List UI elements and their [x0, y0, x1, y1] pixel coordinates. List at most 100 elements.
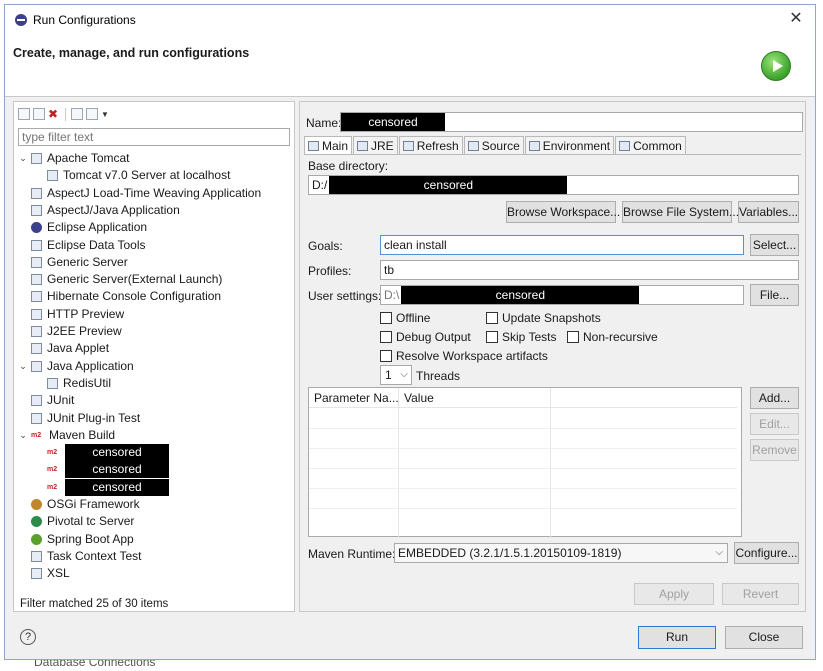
non-recursive-checkbox[interactable]: Non-recursive: [567, 330, 658, 344]
tree-item[interactable]: JUnit Plug-in Test: [18, 410, 140, 427]
tree-item[interactable]: ⌄ Java Application: [18, 358, 134, 375]
base-directory-prefix: D:/: [312, 178, 328, 192]
tree-item[interactable]: ⌄ m2 Maven Build: [18, 427, 115, 444]
chevron-down-icon[interactable]: ⌄: [18, 150, 28, 167]
row-divider: [309, 508, 737, 509]
tree-item[interactable]: HTTP Preview: [18, 306, 124, 323]
tree-item[interactable]: m2 censored: [34, 444, 169, 462]
server-icon: [31, 274, 42, 286]
tree-item[interactable]: RedisUtil: [34, 375, 111, 392]
skip-tests-checkbox[interactable]: Skip Tests: [486, 330, 556, 344]
value-column-header[interactable]: Value: [404, 391, 434, 405]
user-settings-field[interactable]: D:\ censored: [380, 285, 744, 305]
tab-environment[interactable]: Environment: [524, 136, 615, 154]
add-parameter-button[interactable]: Add...: [750, 387, 799, 409]
tab-refresh[interactable]: Refresh: [398, 136, 463, 154]
chevron-down-icon: ⌵: [715, 547, 723, 558]
tab-source[interactable]: Source: [463, 136, 524, 154]
browse-workspace-button[interactable]: Browse Workspace...: [506, 201, 620, 223]
threads-spinner[interactable]: 1 ⌵: [380, 365, 412, 385]
config-tabs: Main JRE Refresh Source Environment Comm…: [304, 136, 687, 154]
chevron-down-icon[interactable]: ⌄: [18, 427, 28, 444]
profiles-field[interactable]: tb: [380, 260, 799, 280]
tree-item[interactable]: XSL: [18, 565, 70, 582]
chevron-down-icon[interactable]: ⌄: [18, 358, 28, 375]
filter-menu-chevron-icon[interactable]: ▼: [101, 110, 109, 119]
tree-item[interactable]: Tomcat v7.0 Server at localhost: [34, 167, 230, 184]
close-icon[interactable]: ✕: [785, 8, 807, 30]
remove-parameter-button[interactable]: Remove: [750, 439, 799, 461]
tree-item-label: Java Application: [47, 358, 134, 373]
tree-item[interactable]: Pivotal tc Server: [18, 513, 134, 530]
variables-button[interactable]: Variables...: [738, 201, 799, 223]
delete-config-icon[interactable]: ✖: [48, 108, 60, 120]
maven-runtime-select[interactable]: EMBEDDED (3.2.1/1.5.1.20150109-1819) ⌵: [394, 543, 728, 563]
tree-item[interactable]: Task Context Test: [18, 548, 142, 565]
tree-item[interactable]: Eclipse Application: [18, 219, 147, 236]
resolve-workspace-check-box[interactable]: [380, 350, 392, 362]
filter-config-icon[interactable]: [86, 108, 98, 120]
tree-item[interactable]: Generic Server(External Launch): [18, 271, 222, 288]
maven-icon: m2: [47, 449, 58, 457]
debug-output-checkbox[interactable]: Debug Output: [380, 330, 471, 344]
update-snapshots-check-box[interactable]: [486, 312, 498, 324]
tree-item[interactable]: OSGi Framework: [18, 496, 140, 513]
tab-jre[interactable]: JRE: [353, 136, 398, 154]
debug-output-check-box[interactable]: [380, 331, 392, 343]
tab-common[interactable]: Common: [615, 136, 686, 154]
update-snapshots-checkbox[interactable]: Update Snapshots: [486, 311, 601, 325]
close-button[interactable]: Close: [725, 626, 803, 649]
osgi-icon: [31, 499, 42, 510]
edit-parameter-button[interactable]: Edit...: [750, 413, 799, 435]
tree-item[interactable]: Eclipse Data Tools: [18, 237, 146, 254]
non-recursive-check-box[interactable]: [567, 331, 579, 343]
tree-item[interactable]: AspectJ Load-Time Weaving Application: [18, 185, 261, 202]
main-tab-icon: [308, 140, 319, 151]
base-directory-field[interactable]: D:/censored: [308, 175, 799, 195]
file-button[interactable]: File...: [750, 284, 799, 306]
parameter-name-column-header[interactable]: Parameter Na...: [314, 391, 399, 405]
tree-item-label: JUnit: [47, 393, 75, 408]
tree-item-label: Pivotal tc Server: [47, 514, 135, 529]
tree-item[interactable]: J2EE Preview: [18, 323, 122, 340]
offline-label: Offline: [396, 311, 431, 325]
help-icon[interactable]: ?: [20, 629, 36, 645]
run-button[interactable]: Run: [638, 626, 716, 649]
collapse-all-icon[interactable]: [71, 108, 83, 120]
tree-item[interactable]: m2 censored: [34, 478, 169, 496]
filter-input[interactable]: [18, 128, 290, 146]
pivotal-icon: [31, 516, 42, 528]
tree-item[interactable]: Generic Server: [18, 254, 128, 271]
tree-item-label: HTTP Preview: [47, 306, 125, 321]
resolve-workspace-checkbox[interactable]: Resolve Workspace artifacts: [380, 349, 548, 363]
tree-item[interactable]: Hibernate Console Configuration: [18, 288, 221, 305]
skip-tests-label: Skip Tests: [502, 330, 557, 344]
tree-item[interactable]: m2 censored: [34, 461, 169, 479]
revert-button[interactable]: Revert: [722, 583, 799, 605]
apply-button[interactable]: Apply: [634, 583, 714, 605]
background-database-connections: Database Connections: [34, 660, 156, 669]
select-goals-button[interactable]: Select...: [750, 234, 799, 256]
duplicate-config-icon[interactable]: [33, 108, 45, 120]
tree-item[interactable]: JUnit: [18, 392, 74, 409]
new-config-icon[interactable]: [18, 108, 30, 120]
parameters-table[interactable]: Parameter Na... Value: [308, 387, 742, 538]
configure-button[interactable]: Configure...: [734, 542, 799, 564]
tree-item[interactable]: AspectJ/Java Application: [18, 202, 180, 219]
threads-chevron-icon[interactable]: ⌵: [400, 366, 408, 384]
skip-tests-check-box[interactable]: [486, 331, 498, 343]
tree-item[interactable]: Java Applet: [18, 340, 109, 357]
name-field[interactable]: censored: [340, 112, 803, 132]
goals-field[interactable]: clean install: [380, 235, 744, 255]
filter-status: Filter matched 25 of 30 items: [20, 598, 169, 610]
tree-item-label: censored: [65, 478, 169, 496]
tree-item-label: censored: [65, 461, 169, 479]
tree-item[interactable]: Spring Boot App: [18, 531, 134, 548]
tree-item-label: AspectJ/Java Application: [47, 202, 180, 217]
offline-check-box[interactable]: [380, 312, 392, 324]
offline-checkbox[interactable]: Offline: [380, 311, 430, 325]
tab-main[interactable]: Main: [304, 136, 353, 154]
non-recursive-label: Non-recursive: [583, 330, 658, 344]
browse-file-system-button[interactable]: Browse File System...: [622, 201, 739, 223]
tree-item[interactable]: ⌄ Apache Tomcat: [18, 150, 129, 167]
